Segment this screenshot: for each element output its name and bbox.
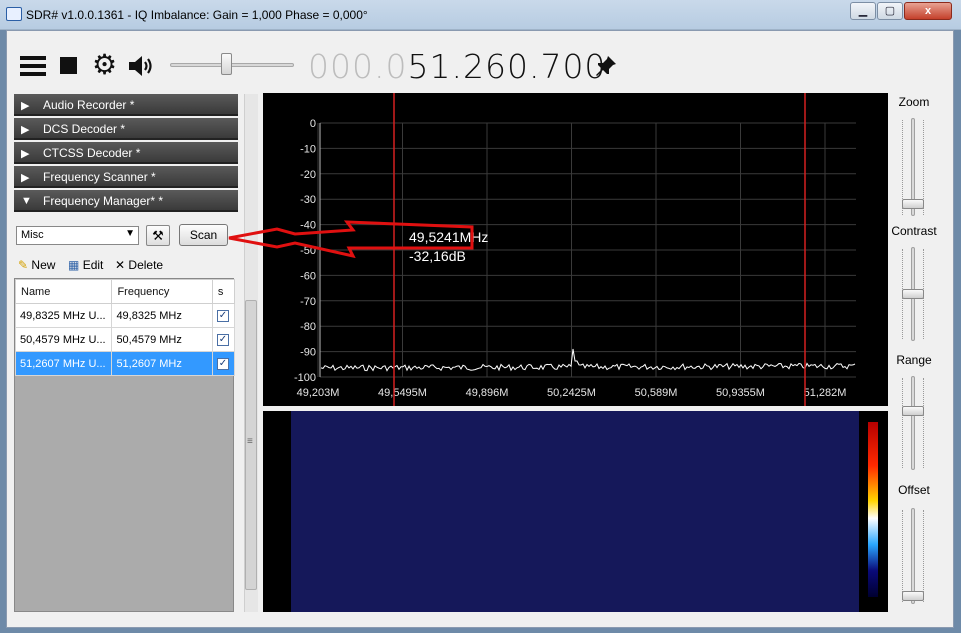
offset-slider-thumb[interactable] xyxy=(902,591,924,601)
panel-header-label: CTCSS Decoder * xyxy=(43,146,141,160)
tools-button[interactable]: ⚒ xyxy=(146,225,170,246)
table-row[interactable]: 50,4579 MHz U... 50,4579 MHz ✓ xyxy=(14,327,236,352)
cell-show: ✓ xyxy=(211,303,236,328)
y-tick-label: -20 xyxy=(300,169,316,181)
column-header-name[interactable]: Name xyxy=(14,279,113,304)
cell-frequency[interactable]: 49,8325 MHz xyxy=(111,303,213,328)
minimize-button[interactable]: ▁ xyxy=(850,2,876,20)
y-tick-label: -90 xyxy=(300,347,316,359)
edit-label: Edit xyxy=(82,258,104,272)
panel-header-0[interactable]: ▶ Audio Recorder * xyxy=(14,94,238,116)
show-checkbox[interactable]: ✓ xyxy=(216,334,229,346)
x-tick-label: 50,2425M xyxy=(547,387,596,399)
frequency-manager-toolbar: ✎ New ▦ Edit ✕ Delete xyxy=(14,254,234,276)
offset-slider-track[interactable] xyxy=(911,508,915,604)
scan-button[interactable]: Scan xyxy=(179,224,228,246)
delete-button[interactable]: ✕ Delete xyxy=(115,258,163,272)
delete-label: Delete xyxy=(128,258,164,272)
triangle-right-icon: ▶ xyxy=(21,172,30,184)
column-header-frequency[interactable]: Frequency xyxy=(111,279,213,304)
panel-header-1[interactable]: ▶ DCS Decoder * xyxy=(14,118,238,140)
y-tick-label: -10 xyxy=(300,143,316,155)
frequency-leading-digits[interactable]: 000.0 xyxy=(308,47,407,86)
spectrum-trace xyxy=(320,348,856,372)
new-button[interactable]: ✎ New xyxy=(18,258,55,272)
y-tick-label: -60 xyxy=(300,270,316,282)
contrast-slider-thumb[interactable] xyxy=(902,289,924,299)
group-select[interactable]: Misc ▼ xyxy=(16,226,139,245)
column-header-show[interactable]: s xyxy=(211,279,236,304)
maximize-button[interactable]: ▢ xyxy=(877,2,903,20)
close-button[interactable]: x xyxy=(904,2,952,20)
triangle-right-icon: ▶ xyxy=(21,148,30,160)
range-slider-thumb[interactable] xyxy=(902,406,924,416)
cell-name[interactable]: 51,2607 MHz U... xyxy=(14,351,113,376)
new-label: New xyxy=(31,258,56,272)
group-select-value: Misc xyxy=(21,229,44,241)
volume-slider-thumb[interactable] xyxy=(220,53,232,75)
x-tick-label: 49,203M xyxy=(297,387,340,399)
chevron-down-icon: ▼ xyxy=(125,228,135,239)
frequency-display[interactable]: 000.051.260.700 xyxy=(308,47,606,86)
cell-show: ✓ xyxy=(211,351,236,376)
cell-show: ✓ xyxy=(211,327,236,352)
contrast-label: Contrast xyxy=(891,224,937,238)
table-row[interactable]: 49,8325 MHz U... 49,8325 MHz ✓ xyxy=(14,303,236,328)
show-checkbox[interactable]: ✓ xyxy=(216,358,229,370)
x-tick-label: 49,5495M xyxy=(378,387,427,399)
frequency-digits[interactable]: 51.260.700 xyxy=(407,47,606,86)
panel-header-2[interactable]: ▶ CTCSS Decoder * xyxy=(14,142,238,164)
cell-name[interactable]: 49,8325 MHz U... xyxy=(14,303,113,328)
y-tick-label: -80 xyxy=(300,321,316,333)
y-tick-label: -30 xyxy=(300,194,316,206)
range-slider-track[interactable] xyxy=(911,376,915,470)
cell-name[interactable]: 50,4579 MHz U... xyxy=(14,327,113,352)
panel-header-label: Frequency Scanner * xyxy=(43,170,156,184)
x-tick-label: 49,896M xyxy=(466,387,509,399)
waterfall-color-scale xyxy=(868,422,878,597)
x-tick-label: 50,589M xyxy=(635,387,678,399)
range-label: Range xyxy=(896,353,932,367)
delete-icon: ✕ xyxy=(115,258,126,272)
triangle-down-icon: ▼ xyxy=(21,195,32,207)
zoom-label: Zoom xyxy=(898,95,930,109)
triangle-right-icon: ▶ xyxy=(21,100,30,112)
triangle-right-icon: ▶ xyxy=(21,124,30,136)
tools-icon: ⚒ xyxy=(152,228,164,243)
edit-button[interactable]: ▦ Edit xyxy=(68,258,103,272)
gear-icon[interactable]: ⚙ xyxy=(92,51,117,79)
pin-icon[interactable] xyxy=(594,54,618,78)
stop-icon[interactable] xyxy=(60,57,77,74)
x-tick-label: 50,9355M xyxy=(716,387,765,399)
table-row[interactable]: 51,2607 MHz U... 51,2607 MHz ✓ xyxy=(14,351,236,376)
panel-header-label: Audio Recorder * xyxy=(43,98,135,112)
app-icon xyxy=(6,7,22,21)
annotation-arrow xyxy=(228,220,474,258)
panel-header-3[interactable]: ▶ Frequency Scanner * xyxy=(14,166,238,188)
cell-frequency[interactable]: 51,2607 MHz xyxy=(111,351,213,376)
window-title: SDR# v1.0.0.1361 - IQ Imbalance: Gain = … xyxy=(26,8,368,22)
x-tick-label: 51,282M xyxy=(804,387,847,399)
offset-label: Offset xyxy=(898,483,930,497)
y-tick-label: -100 xyxy=(294,372,316,384)
cell-frequency[interactable]: 50,4579 MHz xyxy=(111,327,213,352)
splitter-grip-icon[interactable]: ≡ xyxy=(247,436,253,447)
y-tick-label: 0 xyxy=(310,118,316,130)
zoom-slider-thumb[interactable] xyxy=(902,199,924,209)
volume-slider-track[interactable] xyxy=(170,63,294,67)
waterfall-field[interactable] xyxy=(291,411,859,612)
panel-header-label: Frequency Manager* * xyxy=(43,194,164,208)
panel-header-label: DCS Decoder * xyxy=(43,122,126,136)
panel-header-4[interactable]: ▼ Frequency Manager* * xyxy=(14,190,238,212)
frequency-grid[interactable]: Name Frequency s 49,8325 MHz U... 49,8325… xyxy=(14,278,236,612)
speaker-icon[interactable] xyxy=(127,54,155,78)
menu-icon[interactable] xyxy=(20,56,46,76)
new-icon: ✎ xyxy=(18,258,29,272)
show-checkbox[interactable]: ✓ xyxy=(216,310,229,322)
edit-icon: ▦ xyxy=(68,258,80,272)
y-tick-label: -70 xyxy=(300,296,316,308)
